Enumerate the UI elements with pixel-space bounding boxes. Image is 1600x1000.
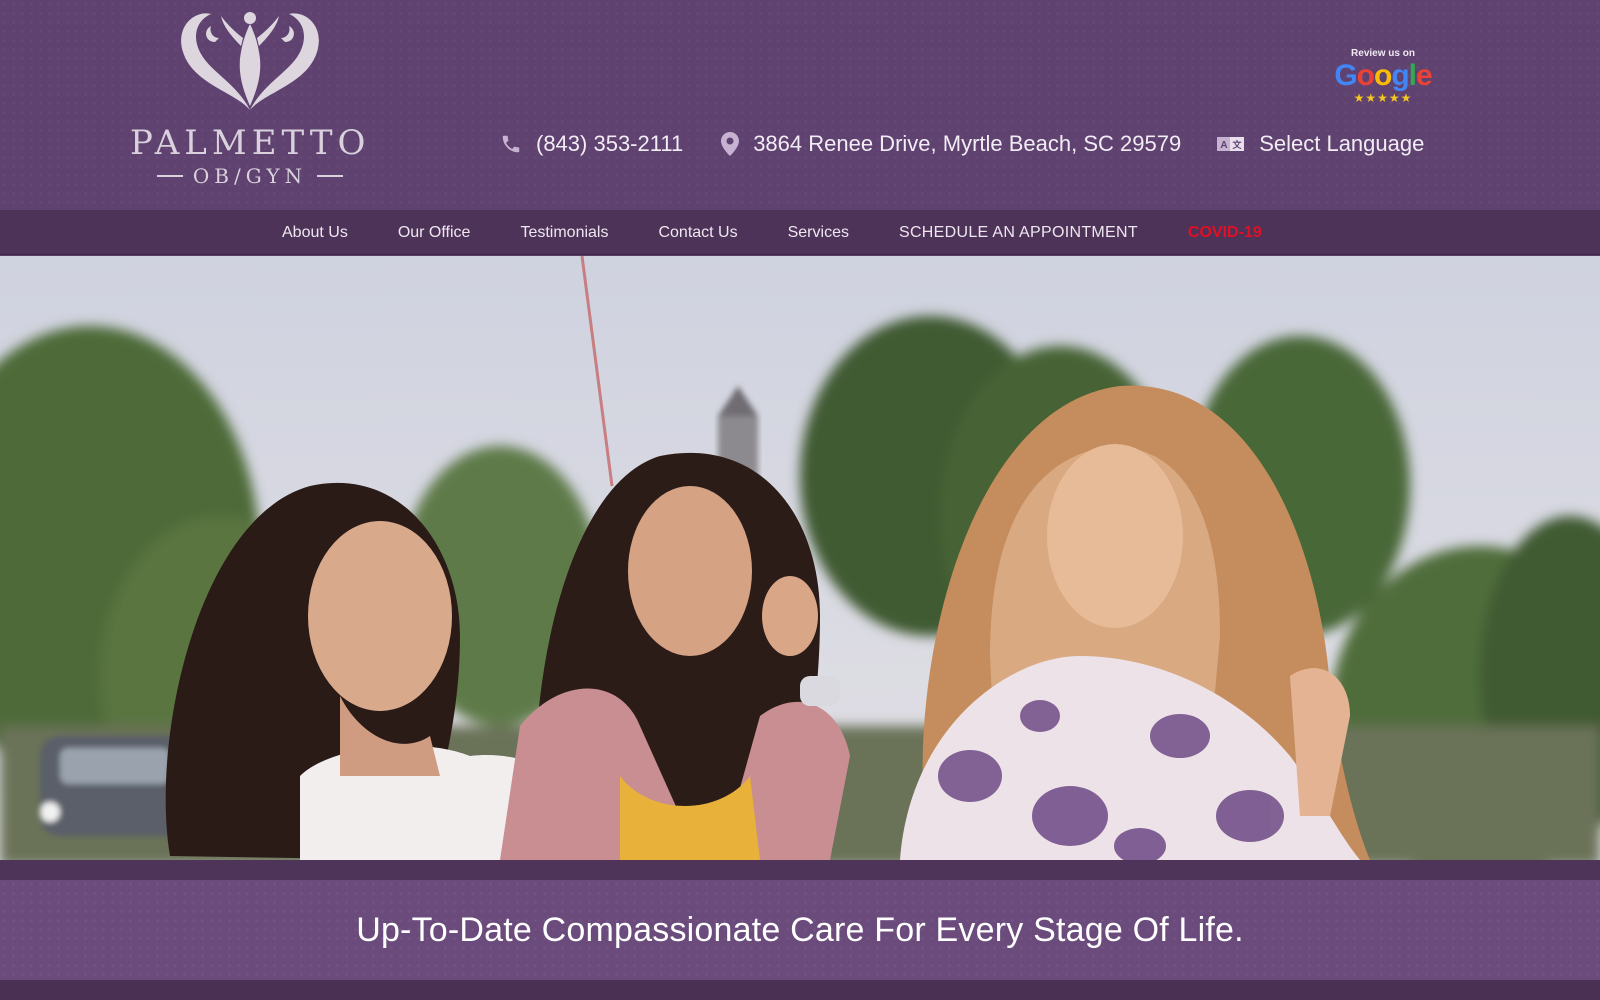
logo-dash-left [156, 175, 183, 177]
nav-item-testimonials[interactable]: Testimonials [520, 224, 608, 242]
svg-text:文: 文 [1232, 139, 1243, 150]
phone-link[interactable]: (843) 353-2111 [500, 131, 683, 157]
nav-item-services[interactable]: Services [788, 224, 849, 242]
site-header: PALMETTO OB/GYN Review us on Google ★★★★… [0, 0, 1600, 210]
svg-text:A: A [1221, 140, 1228, 151]
language-selector[interactable]: A 文 Select Language [1217, 131, 1424, 157]
address-text: 3864 Renee Drive, Myrtle Beach, SC 29579 [753, 131, 1182, 156]
tagline-band: Up-To-Date Compassionate Care For Every … [0, 880, 1600, 980]
phone-number: (843) 353-2111 [536, 131, 684, 156]
nav-item-schedule-appointment[interactable]: SCHEDULE AN APPOINTMENT [899, 224, 1138, 242]
main-nav: About Us Our Office Testimonials Contact… [0, 210, 1600, 255]
rating-stars: ★★★★★ [1353, 91, 1413, 105]
nav-item-about-us[interactable]: About Us [282, 224, 348, 242]
nav-items: About Us Our Office Testimonials Contact… [282, 210, 1262, 255]
logo-emblem-icon [181, 12, 319, 110]
hero-divider [0, 860, 1600, 880]
contact-row: (843) 353-2111 3864 Renee Drive, Myrtle … [500, 126, 1424, 162]
hero-image [0, 256, 1600, 860]
language-label: Select Language [1259, 131, 1425, 156]
bottom-divider [0, 980, 1600, 1000]
nav-item-covid-19[interactable]: COVID-19 [1188, 224, 1262, 242]
logo-subtitle-text: OB/GYN [192, 164, 308, 188]
hero-tagline: Up-To-Date Compassionate Care For Every … [356, 910, 1244, 949]
logo-subtitle: OB/GYN [130, 164, 370, 188]
map-pin-icon [721, 132, 740, 156]
site-logo[interactable]: PALMETTO OB/GYN [130, 6, 370, 202]
address-link[interactable]: 3864 Renee Drive, Myrtle Beach, SC 29579 [721, 131, 1181, 157]
phone-icon [500, 133, 522, 155]
google-review-badge[interactable]: Review us on Google ★★★★★ [1328, 48, 1438, 114]
nav-item-contact-us[interactable]: Contact Us [658, 224, 737, 242]
logo-wordmark: PALMETTO [130, 123, 371, 163]
google-wordmark: Google [1334, 59, 1432, 92]
translate-icon: A 文 [1217, 135, 1245, 153]
nav-item-our-office[interactable]: Our Office [398, 224, 471, 242]
logo-dash-right [317, 175, 344, 177]
hero-illustration [0, 256, 1600, 860]
